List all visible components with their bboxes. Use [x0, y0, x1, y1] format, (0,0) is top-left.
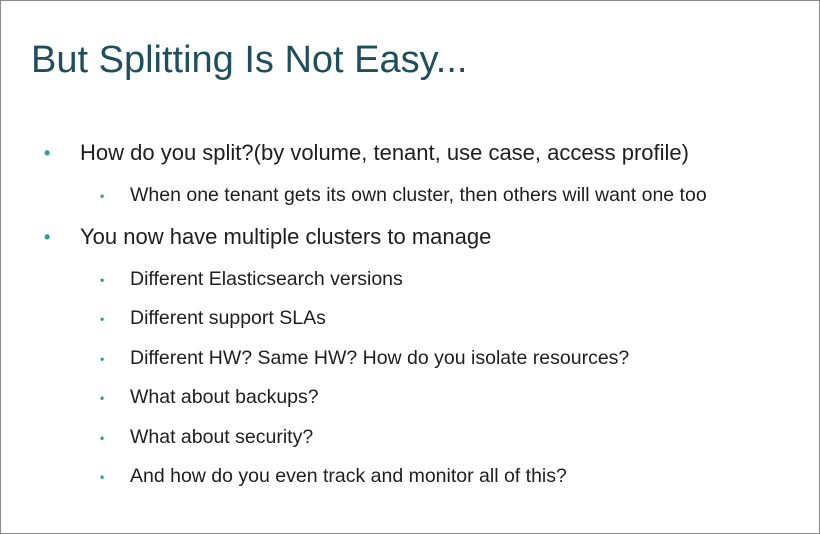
sub-bullet-icon: •: [100, 391, 105, 405]
sub-bullet-text: What about security?: [130, 426, 314, 448]
sub-bullet-icon: •: [100, 352, 105, 366]
sub-bullet-text: Different HW? Same HW? How do you isolat…: [130, 347, 630, 369]
sub-bullet-text: When one tenant gets its own cluster, th…: [130, 184, 707, 206]
bullet-text: How do you split?(by volume, tenant, use…: [80, 140, 689, 165]
sub-bullet-icon: •: [100, 312, 105, 326]
sub-bullet-item: • Different HW? Same HW? How do you isol…: [100, 345, 630, 371]
sub-bullet-item: • Different support SLAs: [100, 305, 326, 331]
sub-bullet-text: What about backups?: [130, 386, 319, 408]
slide-title: But Splitting Is Not Easy...: [31, 39, 468, 81]
bullet-item: • You now have multiple clusters to mana…: [44, 223, 492, 251]
sub-bullet-icon: •: [100, 431, 105, 445]
sub-bullet-item: • When one tenant gets its own cluster, …: [100, 182, 707, 208]
sub-bullet-icon: •: [100, 189, 105, 203]
bullet-text: You now have multiple clusters to manage: [80, 224, 492, 249]
sub-bullet-text: And how do you even track and monitor al…: [130, 465, 567, 487]
sub-bullet-icon: •: [100, 470, 105, 484]
sub-bullet-item: • Different Elasticsearch versions: [100, 266, 403, 292]
sub-bullet-item: • And how do you even track and monitor …: [100, 463, 567, 489]
sub-bullet-text: Different Elasticsearch versions: [130, 268, 403, 290]
slide: But Splitting Is Not Easy... • How do yo…: [0, 0, 820, 534]
sub-bullet-item: • What about backups?: [100, 384, 319, 410]
bullet-item: • How do you split?(by volume, tenant, u…: [44, 139, 689, 167]
sub-bullet-item: • What about security?: [100, 424, 314, 450]
bullet-icon: •: [44, 227, 51, 247]
sub-bullet-text: Different support SLAs: [130, 307, 326, 329]
bullet-icon: •: [44, 143, 51, 163]
sub-bullet-icon: •: [100, 273, 105, 287]
